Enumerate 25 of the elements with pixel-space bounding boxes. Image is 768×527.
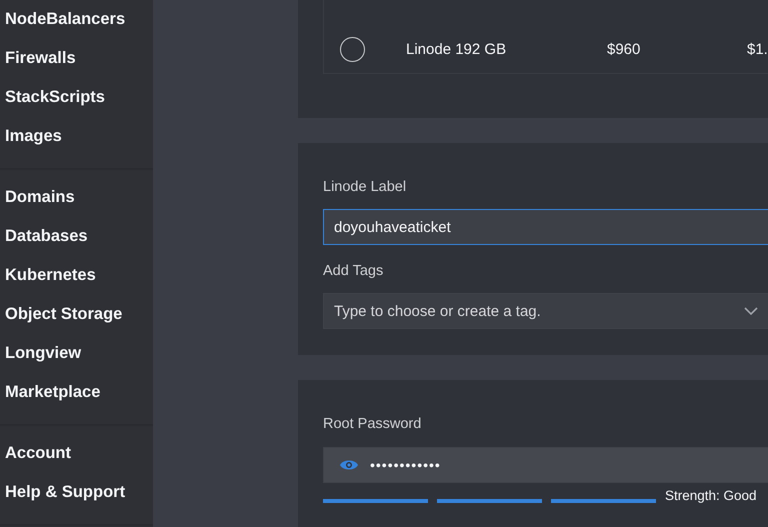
sidebar-item[interactable]: Longview xyxy=(0,334,153,373)
sidebar-item[interactable]: StackScripts xyxy=(0,78,153,117)
sidebar-item[interactable]: NodeBalancers xyxy=(0,0,153,39)
table-cell: $1. xyxy=(747,40,768,58)
eye-icon[interactable] xyxy=(340,459,358,471)
table-cell-text: Linode 192 GB xyxy=(406,40,508,58)
field-label: Add Tags xyxy=(323,263,384,281)
sidebar-item[interactable]: Databases xyxy=(0,217,153,256)
sidebar-item[interactable]: Domains xyxy=(0,178,153,217)
sidebar-item[interactable]: Images xyxy=(0,117,153,156)
chevron-down-icon xyxy=(744,307,758,315)
password-field[interactable]: •••••••••••• xyxy=(323,447,768,483)
sidebar-item[interactable]: Kubernetes xyxy=(0,256,153,295)
sidebar-item[interactable]: Help & Support xyxy=(0,473,153,512)
field-label: Linode Label xyxy=(323,179,408,197)
strength-text: Strength: Good xyxy=(665,488,757,502)
field-label: Root Password xyxy=(323,416,422,434)
sidebar-item[interactable]: Firewalls xyxy=(0,39,153,78)
table-cell-text: $960 xyxy=(607,40,642,58)
tags-select-field[interactable]: Type to choose or create a tag. xyxy=(323,293,768,329)
label-input-field[interactable]: doyouhaveaticket xyxy=(323,209,768,245)
sidebar-item[interactable]: Marketplace xyxy=(0,373,153,412)
radio-button[interactable] xyxy=(340,36,365,62)
sidebar-item[interactable]: Account xyxy=(0,434,153,473)
sidebar-item[interactable]: Object Storage xyxy=(0,295,153,334)
